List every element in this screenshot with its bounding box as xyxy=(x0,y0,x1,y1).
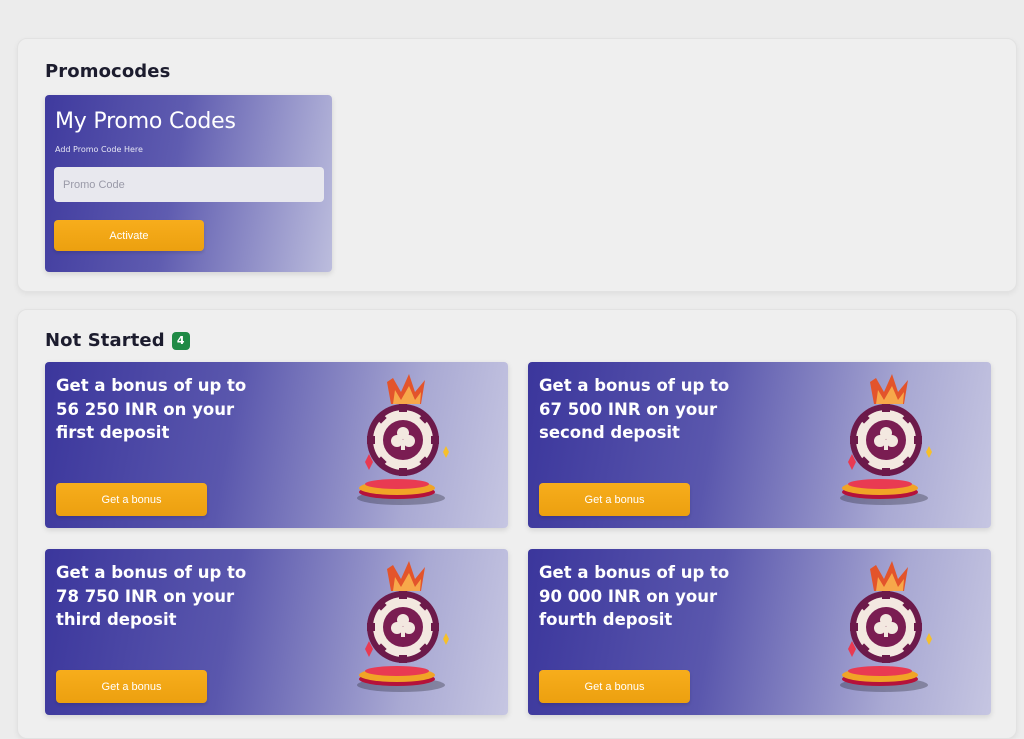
bonus-card-first-deposit: Get a bonus of up to 56 250 INR on your … xyxy=(45,362,508,528)
bonus-card-title: Get a bonus of up to 67 500 INR on your … xyxy=(539,376,730,442)
casino-chip-crown-icon xyxy=(357,561,449,692)
get-bonus-button[interactable]: Get a bonus xyxy=(539,483,690,516)
bonus-card-third-deposit: Get a bonus of up to 78 750 INR on your … xyxy=(45,549,508,715)
get-bonus-button[interactable]: Get a bonus xyxy=(539,670,690,703)
bonus-card-title: Get a bonus of up to 56 250 INR on your … xyxy=(56,376,247,442)
promo-card-subtitle: Add Promo Code Here xyxy=(55,145,143,154)
not-started-title: Not Started xyxy=(45,330,165,351)
promocodes-heading: Promocodes xyxy=(45,61,171,82)
casino-chip-crown-icon xyxy=(840,374,932,505)
not-started-heading: Not Started 4 xyxy=(45,330,190,351)
bonus-card-fourth-deposit: Get a bonus of up to 90 000 INR on your … xyxy=(528,549,991,715)
promo-code-input[interactable] xyxy=(54,167,324,202)
promocodes-panel: Promocodes My Promo Codes Add Promo Code… xyxy=(17,38,1017,292)
bonus-card-second-deposit: Get a bonus of up to 67 500 INR on your … xyxy=(528,362,991,528)
casino-chip-crown-icon xyxy=(840,561,932,692)
promo-code-card: My Promo Codes Add Promo Code Here Activ… xyxy=(45,95,332,272)
bonus-card-title: Get a bonus of up to 90 000 INR on your … xyxy=(539,563,730,629)
not-started-panel: Not Started 4 Get a bonus of up to 56 25… xyxy=(17,309,1017,739)
activate-button[interactable]: Activate xyxy=(54,220,204,251)
get-bonus-button[interactable]: Get a bonus xyxy=(56,670,207,703)
promo-card-title: My Promo Codes xyxy=(55,109,236,134)
count-badge: 4 xyxy=(171,331,190,350)
get-bonus-button[interactable]: Get a bonus xyxy=(56,483,207,516)
casino-chip-crown-icon xyxy=(357,374,449,505)
bonus-card-title: Get a bonus of up to 78 750 INR on your … xyxy=(56,563,247,629)
